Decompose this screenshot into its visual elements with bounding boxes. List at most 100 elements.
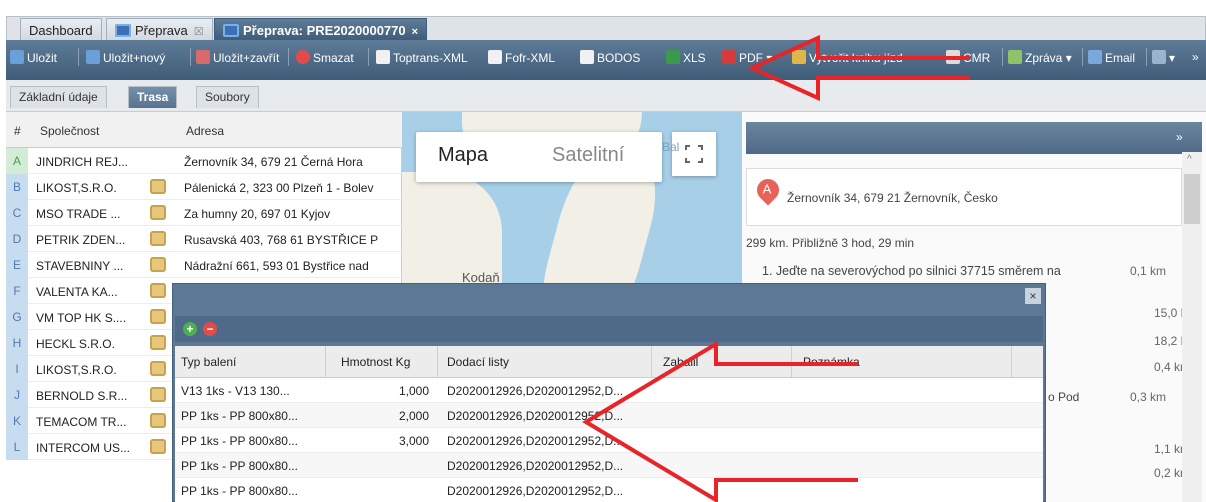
package-icon[interactable] [150,361,166,376]
company-cell: BERNOLD S.R... [36,389,128,403]
start-address: Žernovník 34, 679 21 Žernovník, Česko [787,191,998,205]
map-pin-icon: A [752,174,784,206]
step-distance: 0,1 km [1130,264,1167,278]
email-label: Email [1105,51,1136,65]
report-button[interactable]: Zpráva ▾ [1008,50,1072,65]
column-header-package-type[interactable]: Typ balení [181,355,236,369]
table-row[interactable]: A JINDRICH REJ... Žernovník 34, 679 21 Čer… [6,148,402,174]
email-button[interactable]: Email [1088,50,1135,65]
toolbar-divider [368,48,369,66]
table-row[interactable]: V13 1ks - V13 130... 1,000 D2020012926,D20… [175,378,1043,403]
row-letter: L [6,434,28,460]
column-divider [325,346,326,378]
tab-dashboard[interactable]: Dashboard [20,18,102,40]
tab-label: Soubory [205,90,250,104]
remove-row-button[interactable]: − [203,322,217,336]
package-icon[interactable] [150,283,166,298]
company-cell: TEMACOM TR... [36,415,127,429]
map-type-map[interactable]: Mapa [438,144,488,167]
tab-files[interactable]: Soubory [196,86,259,108]
package-icon[interactable] [150,439,166,454]
column-header-address[interactable]: Adresa [186,124,224,138]
package-icon[interactable] [150,335,166,350]
package-icon[interactable] [150,205,166,220]
column-header-delivery-notes[interactable]: Dodací listy [447,355,509,369]
bodos-button[interactable]: BODOS [580,50,640,65]
collapse-icon[interactable]: » [1176,130,1183,144]
scrollbar-thumb[interactable] [1184,174,1200,224]
more-actions-button[interactable]: ▾ [1152,50,1175,65]
direction-step: 1. Jeďte na severovýchod po silnici 3771… [762,264,1061,278]
company-cell: STAVEBNINY ... [36,259,124,273]
package-icon[interactable] [150,257,166,272]
toolbar-divider [78,48,79,66]
add-row-button[interactable]: + [183,322,197,336]
map-type-satellite[interactable]: Satelitní [552,144,624,167]
save-icon [10,50,24,64]
save-close-button[interactable]: Uložit+zavřít [196,50,279,65]
report-label: Zpráva [1025,51,1063,65]
row-letter: C [6,200,28,226]
table-row[interactable]: D PETRIK ZDEN... Rusavská 403, 768 61 BYST… [6,226,402,252]
fofr-button[interactable]: Fofr-XML [488,50,555,65]
grid-header: # Společnost Adresa [6,112,402,148]
email-icon [1088,50,1102,64]
fullscreen-icon[interactable] [672,132,716,176]
dialog-titlebar[interactable] [173,284,1045,308]
cmr-button[interactable]: CMR [946,50,990,65]
package-icon[interactable] [150,309,166,324]
close-icon[interactable]: ☒ [194,26,204,38]
toptrans-button[interactable]: Toptrans-XML [376,50,468,65]
save-new-icon [86,50,100,64]
table-row[interactable]: B LIKOST,S.R.O. Pálenická 2, 323 00 Plzeň … [6,174,402,200]
create-logbook-button[interactable]: Vytvořit knihu jízd [792,50,903,65]
xls-button[interactable]: XLS [666,50,706,65]
document-icon [580,50,594,64]
dialog-close-button[interactable]: × [1025,288,1041,304]
package-icon[interactable] [150,231,166,246]
address-cell: Pálenická 2, 323 00 Plzeň 1 - Bolev [184,181,374,195]
toolbar-divider [1002,48,1003,66]
table-row[interactable]: PP 1ks - PP 800x80... 3,000 D2020012926,D2… [175,428,1043,453]
company-cell: VALENTA KA... [36,285,118,299]
truck-icon [115,24,131,37]
xls-label: XLS [683,51,706,65]
delete-button[interactable]: Smazat [296,50,354,65]
table-row[interactable]: C MSO TRADE ... Za humny 20, 697 01 Kyjov [6,200,402,226]
close-icon[interactable]: × [412,26,418,38]
toolbar-divider [288,48,289,66]
directions-scrollbar[interactable]: ^ [1182,152,1202,502]
report-icon [1008,50,1022,64]
address-cell: Rusavská 403, 768 61 BYSTŘICE P [184,233,379,247]
column-header-packed-by[interactable]: Zabalil [663,355,698,369]
menu-icon [1152,50,1166,64]
tab-preprava-detail[interactable]: Přeprava: PRE2020000770 × [214,18,428,40]
table-row[interactable]: PP 1ks - PP 800x80... D2020012926,D202001… [175,478,1043,502]
package-icon[interactable] [150,387,166,402]
pdf-button[interactable]: PDF ▾ [722,50,772,65]
column-header-note[interactable]: Poznámka [803,355,860,369]
toolbar-divider [1082,48,1083,66]
tab-basic-info[interactable]: Základní údaje [10,86,107,108]
route-start: A Žernovník 34, 679 21 Žernovník, Česko [746,168,1182,226]
book-icon [792,50,806,64]
column-header-company[interactable]: Společnost [40,124,99,138]
save-new-button[interactable]: Uložit+nový [86,50,165,65]
package-icon[interactable] [150,179,166,194]
column-divider [651,346,652,378]
overflow-button[interactable]: » [1192,50,1199,64]
company-cell: MSO TRADE ... [36,207,121,221]
create-logbook-label: Vytvořit knihu jízd [809,51,903,65]
table-row[interactable]: PP 1ks - PP 800x80... 2,000 D2020012926,D2… [175,403,1043,428]
route-summary: 299 km. Přibližně 3 hod, 29 min [746,236,915,250]
column-header-weight[interactable]: Hmotnost Kg [341,355,410,369]
tab-route[interactable]: Trasa [128,86,178,108]
table-row[interactable]: E STAVEBNINY ... Nádražní 661, 593 01 Byst… [6,252,402,278]
tab-preprava[interactable]: Přeprava ☒ [106,18,213,40]
table-row[interactable]: PP 1ks - PP 800x80... D2020012926,D202001… [175,453,1043,478]
row-letter: H [6,330,28,356]
step-distance: 0,3 km [1130,390,1167,404]
save-button[interactable]: Uložit [10,50,57,65]
tab-label: Trasa [137,90,169,104]
package-icon[interactable] [150,413,166,428]
